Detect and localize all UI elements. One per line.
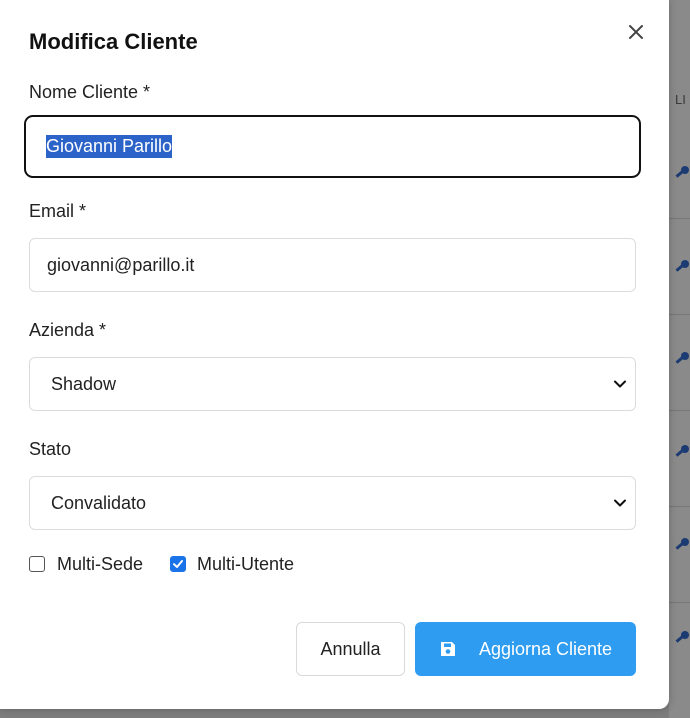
company-select-value: Shadow bbox=[51, 373, 117, 394]
save-icon bbox=[440, 642, 455, 656]
company-label: Azienda * bbox=[29, 320, 107, 340]
multi-utente-label[interactable]: Multi-Utente bbox=[197, 554, 294, 575]
multi-sede-label[interactable]: Multi-Sede bbox=[57, 554, 143, 575]
background-row-divider bbox=[669, 218, 690, 219]
background-row-divider bbox=[669, 410, 690, 411]
name-label: Nome Cliente * bbox=[29, 82, 151, 102]
background-row-divider bbox=[669, 314, 690, 315]
checkmark-icon bbox=[173, 560, 183, 568]
cancel-button-label: Annulla bbox=[320, 638, 381, 659]
key-icon bbox=[675, 631, 689, 643]
key-icon bbox=[675, 445, 689, 457]
email-label: Email * bbox=[29, 201, 87, 221]
status-label: Stato bbox=[29, 439, 72, 459]
close-button[interactable] bbox=[624, 20, 648, 44]
update-client-button-label: Aggiorna Cliente bbox=[478, 638, 613, 659]
edit-client-modal: Modifica Cliente Nome Cliente * Giovanni… bbox=[0, 0, 669, 709]
chevron-down-icon bbox=[614, 499, 626, 507]
background-row-divider bbox=[669, 602, 690, 603]
background-row-divider bbox=[669, 506, 690, 507]
email-input-value: giovanni@parillo.it bbox=[47, 254, 195, 275]
multi-utente-checkbox[interactable] bbox=[170, 556, 186, 572]
modal-title: Modifica Cliente bbox=[29, 29, 198, 54]
key-icon bbox=[675, 260, 689, 272]
key-icon bbox=[675, 166, 689, 178]
name-input-value: Giovanni Parillo bbox=[46, 135, 173, 158]
key-icon bbox=[675, 352, 689, 364]
chevron-down-icon bbox=[614, 380, 626, 388]
close-icon bbox=[629, 25, 643, 39]
company-select[interactable]: Shadow bbox=[29, 357, 636, 411]
name-input[interactable]: Giovanni Parillo bbox=[24, 115, 641, 178]
background-table-header: LI bbox=[675, 92, 686, 107]
status-select[interactable]: Convalidato bbox=[29, 476, 636, 530]
update-client-button[interactable]: Aggiorna Cliente bbox=[415, 622, 636, 676]
email-input[interactable]: giovanni@parillo.it bbox=[29, 238, 636, 292]
multi-sede-checkbox[interactable] bbox=[29, 556, 45, 572]
key-icon bbox=[675, 538, 689, 550]
status-select-value: Convalidato bbox=[51, 492, 147, 513]
cancel-button[interactable]: Annulla bbox=[296, 622, 405, 676]
